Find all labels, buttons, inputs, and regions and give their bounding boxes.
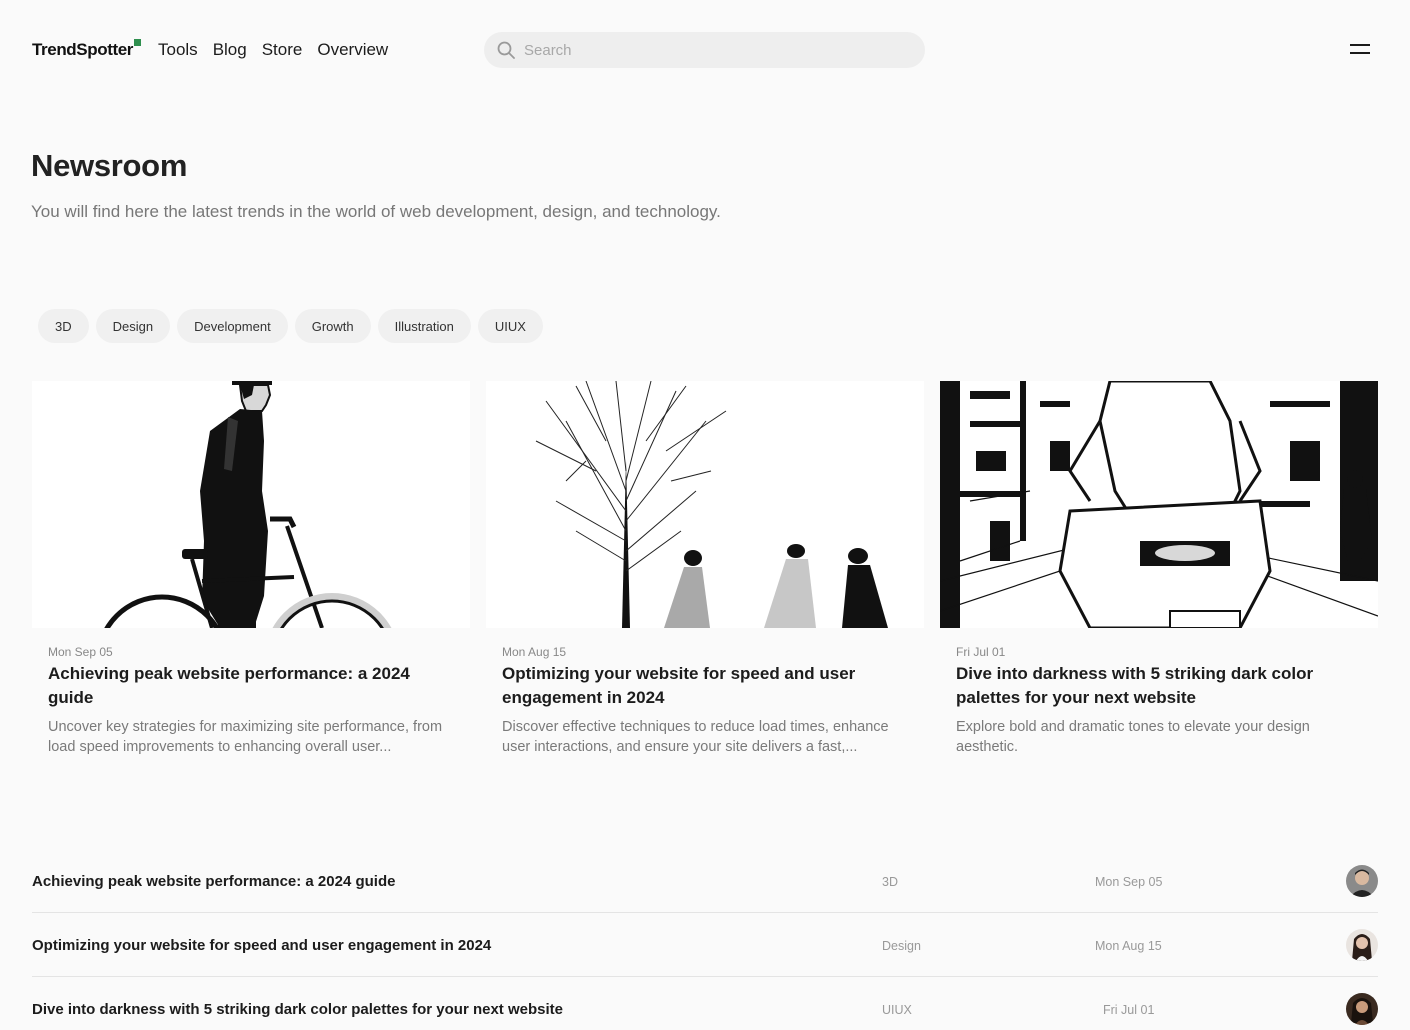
article-date: Mon Sep 05: [48, 645, 113, 659]
article-card[interactable]: Fri Jul 01 Dive into darkness with 5 str…: [940, 381, 1378, 757]
article-title[interactable]: Dive into darkness with 5 striking dark …: [956, 662, 1362, 710]
list-item-category: 3D: [882, 875, 898, 889]
article-excerpt: Uncover key strategies for maximizing si…: [48, 719, 443, 755]
list-item-date: Mon Sep 05: [1095, 875, 1163, 889]
category-filter: 3D Design Development Growth Illustratio…: [38, 309, 543, 343]
nav-blog[interactable]: Blog: [213, 40, 247, 60]
article-meta: Fri Jul 01 Dive into darkness with 5 str…: [940, 628, 1378, 757]
list-item-category: Design: [882, 939, 921, 953]
search-input[interactable]: [524, 32, 904, 68]
page-subtitle: You will find here the latest trends in …: [31, 202, 721, 221]
logo-mark-icon: [134, 39, 141, 46]
page-title: Newsroom: [31, 148, 188, 183]
article-thumbnail[interactable]: [486, 381, 924, 628]
article-list: Achieving peak website performance: a 20…: [32, 849, 1378, 1030]
tag-illustration[interactable]: Illustration: [377, 309, 471, 343]
tree-and-figures-illustration: [486, 381, 924, 628]
tag-3d[interactable]: 3D: [38, 309, 89, 343]
list-item-date: Fri Jul 01: [1103, 1003, 1155, 1017]
main-nav: Tools Blog Store Overview: [158, 40, 388, 60]
list-item-title[interactable]: Achieving peak website performance: a 20…: [32, 873, 395, 890]
author-avatar: [1346, 929, 1378, 961]
list-item[interactable]: Optimizing your website for speed and us…: [32, 913, 1378, 977]
list-item-date: Mon Aug 15: [1095, 939, 1162, 953]
site-header: TrendSpotter Tools Blog Store Overview: [32, 28, 1378, 72]
tag-uiux[interactable]: UIUX: [477, 309, 543, 343]
nav-store[interactable]: Store: [262, 40, 303, 60]
article-date: Fri Jul 01: [956, 645, 1006, 659]
article-date: Mon Aug 15: [502, 645, 567, 659]
list-item-title[interactable]: Optimizing your website for speed and us…: [32, 937, 491, 954]
article-meta: Mon Sep 05 Achieving peak website perfor…: [32, 628, 470, 757]
article-excerpt: Explore bold and dramatic tones to eleva…: [956, 719, 1310, 755]
article-excerpt: Discover effective techniques to reduce …: [502, 719, 889, 755]
list-item[interactable]: Achieving peak website performance: a 20…: [32, 849, 1378, 913]
author-avatar: [1346, 865, 1378, 897]
logo[interactable]: TrendSpotter: [32, 40, 133, 60]
search-icon: [497, 41, 515, 59]
article-meta: Mon Aug 15 Optimizing your website for s…: [486, 628, 924, 757]
article-title[interactable]: Optimizing your website for speed and us…: [502, 662, 908, 710]
article-thumbnail[interactable]: [32, 381, 470, 628]
article-card[interactable]: Mon Sep 05 Achieving peak website perfor…: [32, 381, 470, 757]
man-with-bicycle-illustration: [32, 381, 470, 628]
article-thumbnail[interactable]: [940, 381, 1378, 628]
hamburger-menu-icon[interactable]: [1350, 42, 1372, 56]
nav-tools[interactable]: Tools: [158, 40, 198, 60]
street-scooter-illustration: [940, 381, 1378, 628]
article-title[interactable]: Achieving peak website performance: a 20…: [48, 662, 454, 710]
list-item-category: UIUX: [882, 1003, 912, 1017]
tag-design[interactable]: Design: [95, 309, 171, 343]
article-card[interactable]: Mon Aug 15 Optimizing your website for s…: [486, 381, 924, 757]
nav-overview[interactable]: Overview: [317, 40, 388, 60]
list-item[interactable]: Dive into darkness with 5 striking dark …: [32, 977, 1378, 1030]
author-avatar: [1346, 993, 1378, 1025]
tag-development[interactable]: Development: [177, 309, 288, 343]
tag-growth[interactable]: Growth: [294, 309, 371, 343]
search-bar[interactable]: [484, 32, 925, 68]
list-item-title[interactable]: Dive into darkness with 5 striking dark …: [32, 1001, 563, 1018]
